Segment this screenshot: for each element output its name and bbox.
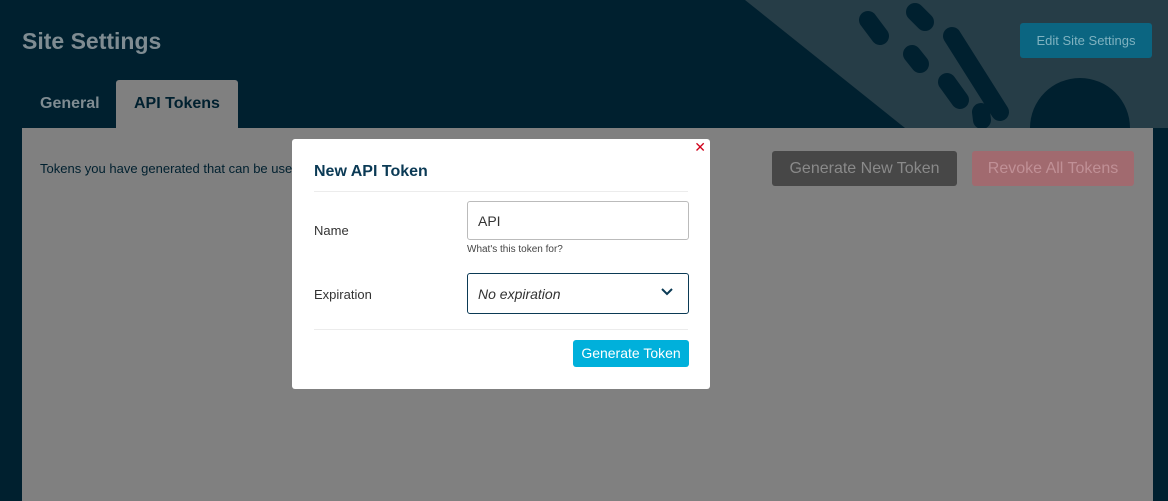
- generate-token-button[interactable]: Generate Token: [573, 340, 689, 367]
- tab-general[interactable]: General: [22, 80, 118, 128]
- modal-title: New API Token: [314, 163, 428, 180]
- expiration-label: Expiration: [314, 287, 372, 302]
- name-input[interactable]: [467, 201, 689, 240]
- name-hint: What's this token for?: [467, 244, 563, 255]
- new-token-modal: ✕ New API Token Name What's this token f…: [292, 139, 710, 389]
- edit-site-settings-button[interactable]: Edit Site Settings: [1020, 23, 1152, 58]
- page-title: Site Settings: [22, 28, 162, 54]
- close-icon[interactable]: ✕: [694, 139, 706, 156]
- generate-new-token-button[interactable]: Generate New Token: [772, 151, 957, 186]
- tab-api-tokens[interactable]: API Tokens: [116, 80, 238, 128]
- expiration-value: No expiration: [478, 286, 561, 302]
- divider: [314, 191, 688, 192]
- panel-description: Tokens you have generated that can be us…: [40, 161, 300, 176]
- revoke-all-tokens-button[interactable]: Revoke All Tokens: [972, 151, 1134, 186]
- chevron-down-icon: [661, 288, 673, 296]
- name-label: Name: [314, 223, 349, 238]
- expiration-select[interactable]: No expiration: [467, 273, 689, 314]
- divider: [314, 329, 688, 330]
